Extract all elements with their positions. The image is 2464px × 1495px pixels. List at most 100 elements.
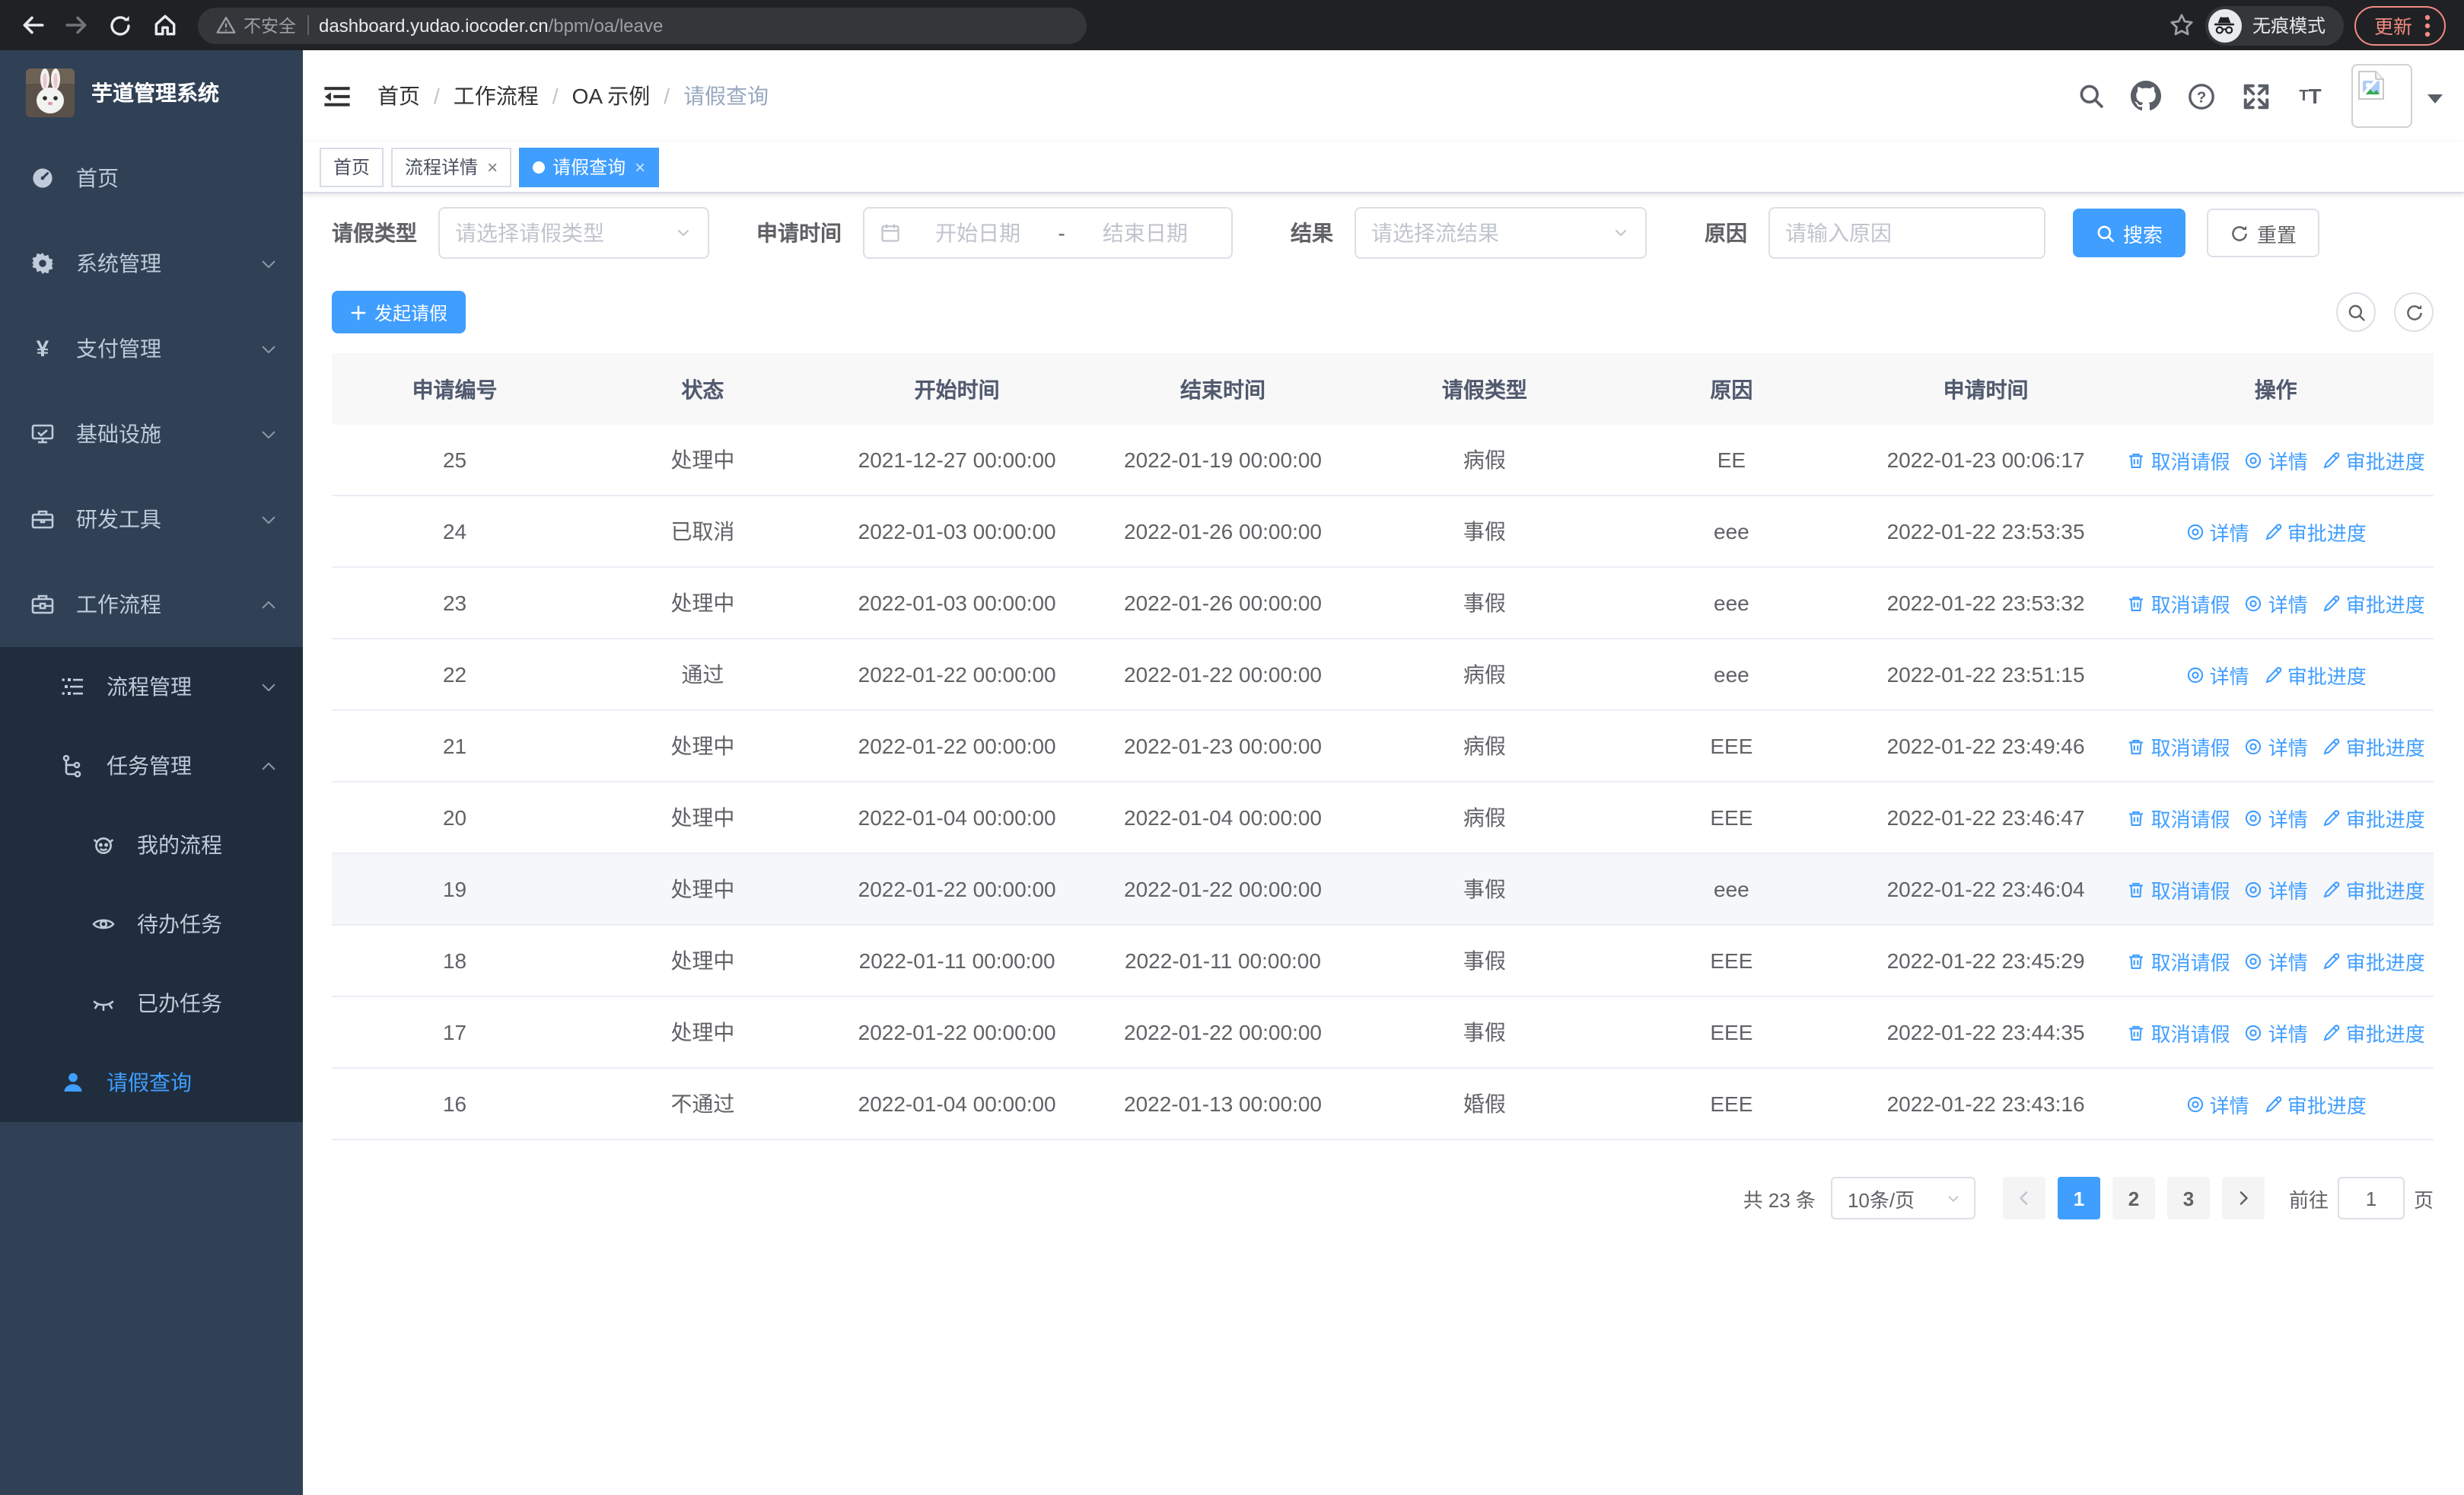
apply-time-range-picker[interactable]: 开始日期 - 结束日期 (863, 207, 1233, 259)
app-logo (26, 69, 75, 117)
sidebar-item-0[interactable]: 首页 (0, 135, 303, 221)
cancel-action-link[interactable]: 取消请假 (2127, 946, 2230, 975)
progress-action-link[interactable]: 审批进度 (2322, 946, 2425, 975)
sidebar-item-5[interactable]: 工作流程 (0, 562, 303, 647)
progress-action-link[interactable]: 审批进度 (2263, 1089, 2367, 1118)
reset-button[interactable]: 重置 (2207, 209, 2320, 257)
sidebar-item-4[interactable]: 研发工具 (0, 477, 303, 562)
cancel-action-link[interactable]: 取消请假 (2127, 445, 2230, 474)
table-row[interactable]: 22 通过 2022-01-22 00:00:00 2022-01-22 00:00:… (332, 639, 2434, 711)
table-row[interactable]: 18 处理中 2022-01-11 00:00:00 2022-01-11 00:00… (332, 926, 2434, 997)
cancel-action-link[interactable]: 取消请假 (2127, 588, 2230, 617)
detail-action-link[interactable]: 详情 (2244, 588, 2308, 617)
sidebar-subitem-5[interactable]: 请假查询 (0, 1043, 303, 1122)
tab-2[interactable]: 请假查询 × (519, 147, 660, 186)
update-button[interactable]: 更新 (2354, 5, 2446, 45)
github-icon[interactable] (2129, 79, 2163, 113)
app-logo-row[interactable]: 芋道管理系统 (0, 50, 303, 135)
search-button[interactable]: 搜索 (2073, 209, 2186, 257)
table-row[interactable]: 23 处理中 2022-01-03 00:00:00 2022-01-26 00:00… (332, 568, 2434, 639)
search-icon[interactable] (2074, 79, 2108, 113)
sidebar-subitem-0[interactable]: 流程管理 (0, 647, 303, 726)
sidebar-item-3[interactable]: 基础设施 (0, 391, 303, 477)
reload-icon[interactable] (103, 8, 137, 42)
close-icon[interactable]: × (635, 158, 645, 176)
result-select[interactable]: 请选择流结果 (1355, 207, 1647, 259)
forward-icon[interactable] (59, 8, 93, 42)
progress-action-link[interactable]: 审批进度 (2322, 588, 2425, 617)
tab-0[interactable]: 首页 (320, 147, 384, 186)
sidebar-item-2[interactable]: ¥ 支付管理 (0, 306, 303, 391)
page-button-1[interactable]: 1 (2057, 1177, 2100, 1219)
create-leave-button[interactable]: 发起请假 (332, 291, 466, 333)
avatar[interactable] (2351, 64, 2412, 128)
detail-action-link[interactable]: 详情 (2244, 445, 2308, 474)
chevron-down-icon (259, 677, 279, 696)
page-button-2[interactable]: 2 (2112, 1177, 2155, 1219)
cell-applied: 2022-01-22 23:46:04 (1886, 877, 2085, 901)
detail-action-link[interactable]: 详情 (2244, 1018, 2308, 1047)
bookmark-star-icon[interactable] (2169, 12, 2195, 38)
goto-page-input[interactable] (2337, 1177, 2405, 1219)
cancel-action-link[interactable]: 取消请假 (2127, 1018, 2230, 1047)
sidebar-subitem-1[interactable]: 任务管理 (0, 726, 303, 805)
cell-reason: EEE (1710, 1020, 1753, 1044)
detail-action-link[interactable]: 详情 (2244, 875, 2308, 904)
sidebar-item-1[interactable]: 系统管理 (0, 221, 303, 306)
refresh-table-button[interactable] (2394, 292, 2434, 332)
table-row[interactable]: 25 处理中 2021-12-27 00:00:00 2022-01-19 00:00… (332, 425, 2434, 496)
goto-label: 前往 (2288, 1188, 2329, 1211)
progress-action-link[interactable]: 审批进度 (2263, 660, 2367, 689)
table-row[interactable]: 21 处理中 2022-01-22 00:00:00 2022-01-23 00:00… (332, 711, 2434, 783)
cell-applied: 2022-01-22 23:53:35 (1886, 519, 2085, 543)
progress-action-link[interactable]: 审批进度 (2322, 732, 2425, 760)
progress-action-link[interactable]: 审批进度 (2322, 1018, 2425, 1047)
leave-type-select[interactable]: 请选择请假类型 (438, 207, 709, 259)
next-page-button[interactable] (2221, 1177, 2265, 1219)
detail-action-link[interactable]: 详情 (2185, 1089, 2249, 1118)
breadcrumb-item[interactable]: 首页 (377, 81, 420, 111)
page-size-select[interactable]: 10条/页 (1830, 1177, 1975, 1219)
progress-action-link[interactable]: 审批进度 (2322, 875, 2425, 904)
back-icon[interactable] (15, 8, 49, 42)
tab-1[interactable]: 流程详情 × (391, 147, 512, 186)
prev-page-button[interactable] (2002, 1177, 2045, 1219)
progress-action-link[interactable]: 审批进度 (2322, 803, 2425, 832)
table-row[interactable]: 17 处理中 2022-01-22 00:00:00 2022-01-22 00:00… (332, 997, 2434, 1069)
menu-fold-icon[interactable] (320, 79, 353, 113)
table-row[interactable]: 16 不通过 2022-01-04 00:00:00 2022-01-13 00:00… (332, 1069, 2434, 1140)
sidebar-subitem-2[interactable]: 我的流程 (0, 805, 303, 885)
sidebar-subitem-4[interactable]: 已办任务 (0, 964, 303, 1043)
breadcrumb-item[interactable]: OA 示例 (572, 81, 651, 111)
font-size-icon[interactable]: TT (2294, 79, 2327, 113)
sidebar-subitem-3[interactable]: 待办任务 (0, 885, 303, 964)
cancel-action-link[interactable]: 取消请假 (2127, 875, 2230, 904)
avatar-caret-icon[interactable] (2427, 94, 2443, 104)
page-button-3[interactable]: 3 (2166, 1177, 2210, 1219)
table-row[interactable]: 20 处理中 2022-01-04 00:00:00 2022-01-04 00:00… (332, 783, 2434, 854)
breadcrumb-item[interactable]: 工作流程 (454, 81, 539, 111)
progress-action-link[interactable]: 审批进度 (2322, 445, 2425, 474)
breadcrumb-item[interactable]: 请假查询 (683, 81, 769, 111)
table-row[interactable]: 24 已取消 2022-01-03 00:00:00 2022-01-26 00:00… (332, 496, 2434, 568)
cancel-action-link[interactable]: 取消请假 (2127, 803, 2230, 832)
help-icon[interactable]: ? (2184, 79, 2217, 113)
detail-action-link[interactable]: 详情 (2185, 517, 2249, 546)
address-bar[interactable]: 不安全 dashboard.yudao.iocoder.cn/bpm/oa/le… (198, 7, 1087, 43)
toggle-search-button[interactable] (2336, 292, 2376, 332)
detail-action-link[interactable]: 详情 (2244, 946, 2308, 975)
security-warning[interactable]: 不安全 (216, 13, 296, 37)
cell-start: 2022-01-04 00:00:00 (858, 1092, 1056, 1116)
detail-action-link[interactable]: 详情 (2244, 732, 2308, 760)
cancel-action-link[interactable]: 取消请假 (2127, 732, 2230, 760)
cell-start: 2022-01-22 00:00:00 (858, 877, 1056, 901)
menu-kebab-icon[interactable] (2424, 13, 2431, 37)
fullscreen-icon[interactable] (2239, 79, 2272, 113)
detail-action-link[interactable]: 详情 (2244, 803, 2308, 832)
home-icon[interactable] (148, 8, 181, 42)
close-icon[interactable]: × (487, 158, 498, 176)
progress-action-link[interactable]: 审批进度 (2263, 517, 2367, 546)
detail-action-link[interactable]: 详情 (2185, 660, 2249, 689)
reason-input[interactable]: 请输入原因 (1768, 207, 2045, 259)
table-row[interactable]: 19 处理中 2022-01-22 00:00:00 2022-01-22 00:00… (332, 854, 2434, 926)
